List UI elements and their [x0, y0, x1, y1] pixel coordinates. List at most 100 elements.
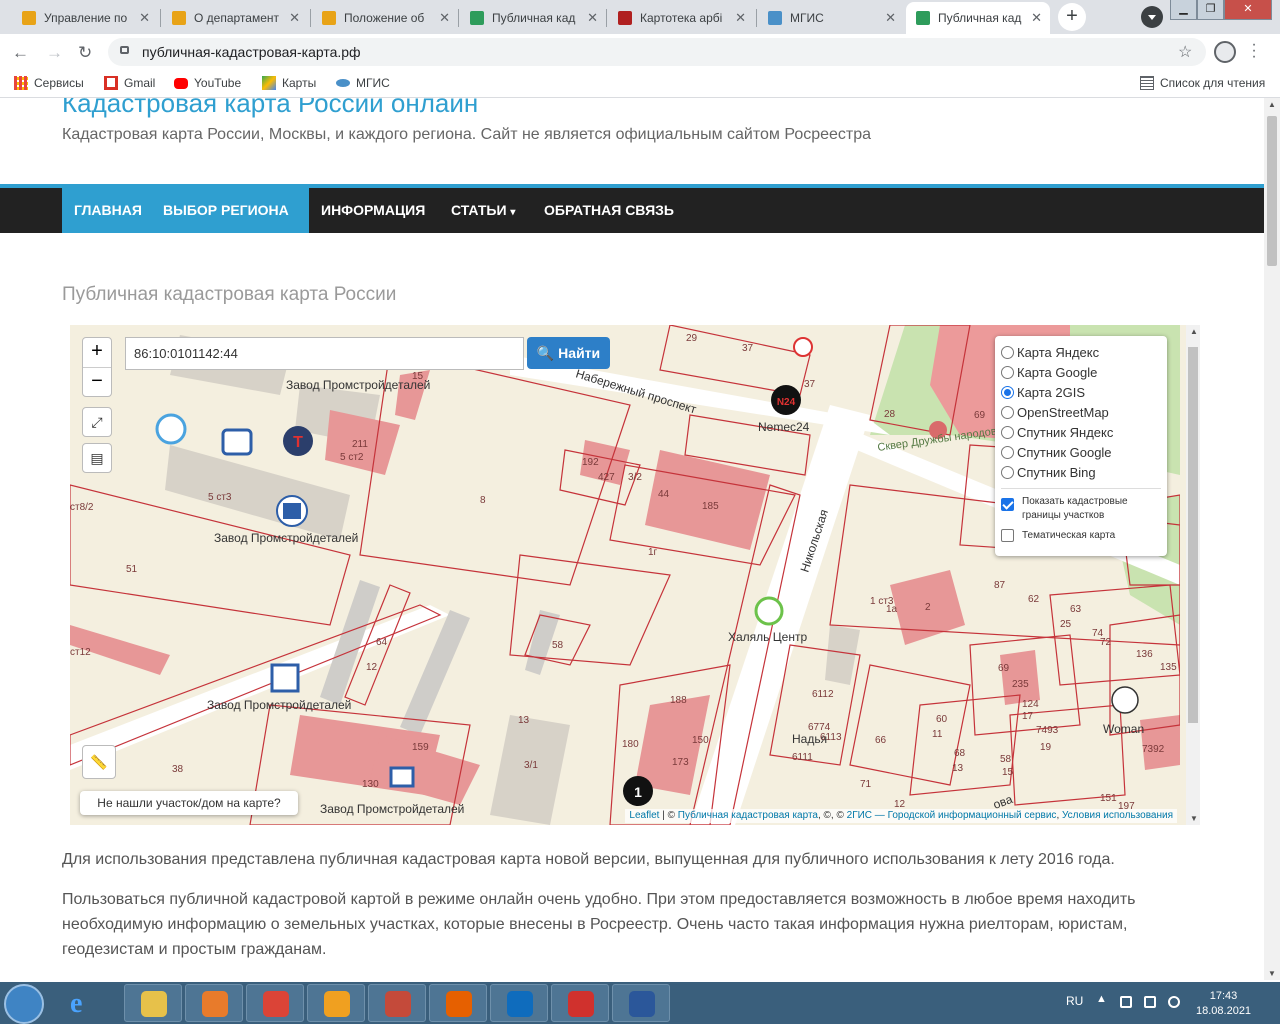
bookmark-services[interactable]: Сервисы [14, 76, 84, 90]
nav-region[interactable]: ВЫБОР РЕГИОНА ▾ [151, 188, 309, 263]
nav-home[interactable]: ГЛАВНАЯ [62, 188, 154, 233]
close-icon[interactable]: ✕ [439, 10, 450, 26]
new-tab-button[interactable]: + [1058, 3, 1086, 31]
cadastral-search-input[interactable]: 86:10:0101142:44 [125, 337, 524, 370]
bookmark-maps[interactable]: Карты [262, 76, 316, 90]
minimize-button[interactable]: ▁ [1170, 0, 1197, 20]
parcel-number: 60 [936, 714, 948, 725]
close-icon[interactable]: ✕ [139, 10, 150, 26]
reload-icon[interactable]: ↻ [78, 43, 92, 63]
reading-list[interactable]: Список для чтения [1140, 76, 1265, 90]
taskbar-app-firefox[interactable] [429, 984, 487, 1022]
tab[interactable]: Картотека арбі ✕ [608, 2, 754, 34]
scroll-up-icon[interactable]: ▲ [1268, 100, 1276, 109]
radio[interactable] [1001, 365, 1014, 379]
tab[interactable]: Публичная кад ✕ [460, 2, 606, 34]
url-text[interactable]: публичная-кадастровая-карта.рф [142, 44, 361, 60]
close-icon[interactable]: ✕ [289, 10, 300, 26]
map-scrollbar[interactable]: ▲ ▼ [1186, 325, 1200, 825]
layer-option[interactable]: Спутник Bing [1001, 462, 1161, 482]
bookmark-star-icon[interactable]: ☆ [1178, 42, 1192, 62]
network-icon[interactable] [1144, 996, 1156, 1008]
forward-icon[interactable]: → [46, 43, 63, 63]
clock[interactable]: 17:43 18.08.2021 [1196, 989, 1251, 1019]
terms-link[interactable]: Условия использования [1062, 810, 1173, 821]
lock-icon[interactable] [120, 46, 129, 54]
checkbox-checked[interactable] [1001, 498, 1014, 511]
tab-active[interactable]: Публичная кад ✕ [906, 2, 1050, 34]
radio[interactable] [1001, 345, 1014, 359]
layer-option[interactable]: OpenStreetMap [1001, 402, 1161, 422]
taskbar-app-word[interactable] [612, 984, 670, 1022]
maximize-button[interactable]: ❐ [1197, 0, 1224, 20]
close-icon[interactable]: ✕ [1031, 10, 1042, 26]
page-scrollbar[interactable]: ▲ ▼ [1264, 98, 1280, 980]
close-icon[interactable]: ✕ [735, 10, 746, 26]
bookmark-mgis[interactable]: МГИС [336, 76, 390, 90]
scroll-up-icon[interactable]: ▲ [1190, 327, 1198, 336]
back-icon[interactable]: ← [12, 43, 29, 63]
dgis-link[interactable]: 2ГИС — Городской информационный сервис [847, 810, 1057, 821]
taskbar-app-outlook[interactable] [490, 984, 548, 1022]
checkbox[interactable] [1001, 529, 1014, 542]
layer-option[interactable]: Спутник Google [1001, 442, 1161, 462]
taskbar-app-app-house[interactable] [368, 984, 426, 1022]
print-icon[interactable]: ▤ [82, 443, 112, 473]
app-house-icon [385, 991, 411, 1017]
start-button[interactable] [4, 984, 44, 1024]
nav-articles[interactable]: СТАТЬИ ▾ [439, 188, 527, 233]
radio[interactable] [1001, 445, 1014, 459]
zoom-out-button[interactable]: − [83, 367, 111, 396]
radio[interactable] [1001, 425, 1014, 439]
radio[interactable] [1001, 405, 1014, 419]
language-indicator[interactable]: RU [1066, 994, 1083, 1008]
taskbar-app-media[interactable] [185, 984, 243, 1022]
boundaries-option[interactable]: Показать кадастровые границы участков [1001, 495, 1161, 523]
layer-option[interactable]: Карта 2GIS [1001, 382, 1161, 402]
close-icon[interactable]: ✕ [885, 10, 896, 26]
flag-icon[interactable] [1120, 996, 1132, 1008]
scroll-thumb[interactable] [1188, 347, 1198, 723]
tab[interactable]: Управление по ✕ [12, 2, 158, 34]
layer-option[interactable]: Спутник Яндекс [1001, 422, 1161, 442]
scroll-thumb[interactable] [1267, 116, 1277, 266]
menu-dots-icon[interactable]: · · · [1250, 37, 1258, 65]
tab[interactable]: МГИС ✕ [758, 2, 904, 34]
parcel-number: ст8/2 [70, 502, 94, 513]
not-found-button[interactable]: Не нашли участок/дом на карте? [80, 791, 298, 815]
nav-info[interactable]: ИНФОРМАЦИЯ [309, 188, 437, 233]
zoom-in-button[interactable]: + [83, 338, 111, 367]
taskbar-app-chrome[interactable] [246, 984, 304, 1022]
search-button[interactable]: 🔍 Найти [527, 337, 610, 369]
parcel-number: 8 [480, 495, 486, 506]
taskbar-app-app-red[interactable] [551, 984, 609, 1022]
thematic-option[interactable]: Тематическая карта [1001, 529, 1161, 543]
radio[interactable] [1001, 465, 1014, 479]
close-icon[interactable]: ✕ [587, 10, 598, 26]
nav-feedback[interactable]: ОБРАТНАЯ СВЯЗЬ [532, 188, 686, 233]
close-window-button[interactable]: ✕ [1224, 0, 1272, 20]
tab[interactable]: О департамент ✕ [162, 2, 308, 34]
tray-arrow-icon[interactable]: ▲ [1096, 993, 1108, 1005]
scroll-down-icon[interactable]: ▼ [1268, 969, 1276, 978]
taskbar-app-explorer[interactable] [124, 984, 182, 1022]
profile-avatar[interactable] [1214, 41, 1236, 63]
cadastral-map[interactable]: T N24 1 Завод Промстройдеталей Завод Про… [70, 325, 1200, 825]
fullscreen-icon[interactable]: ⤢ [82, 407, 112, 437]
poi-label: Завод Промстройдеталей [286, 378, 430, 392]
bookmark-youtube[interactable]: YouTube [174, 76, 241, 90]
taskbar-app-app-orange[interactable] [307, 984, 365, 1022]
leaflet-link[interactable]: Leaflet [629, 810, 659, 821]
ruler-icon[interactable]: 📏 [82, 745, 116, 779]
bookmark-gmail[interactable]: Gmail [104, 76, 155, 90]
layer-option[interactable]: Карта Google [1001, 362, 1161, 382]
layer-option[interactable]: Карта Яндекс [1001, 342, 1161, 362]
site-title[interactable]: Кадастровая карта России онлайн [62, 98, 478, 119]
pkk-link[interactable]: Публичная кадастровая карта [678, 810, 818, 821]
volume-icon[interactable] [1168, 996, 1180, 1008]
scroll-down-icon[interactable]: ▼ [1190, 814, 1198, 823]
radio-selected[interactable] [1001, 385, 1014, 399]
tab[interactable]: Положение об ✕ [312, 2, 458, 34]
ie-icon[interactable]: e [70, 990, 100, 1018]
tab-search-button[interactable] [1141, 6, 1163, 28]
